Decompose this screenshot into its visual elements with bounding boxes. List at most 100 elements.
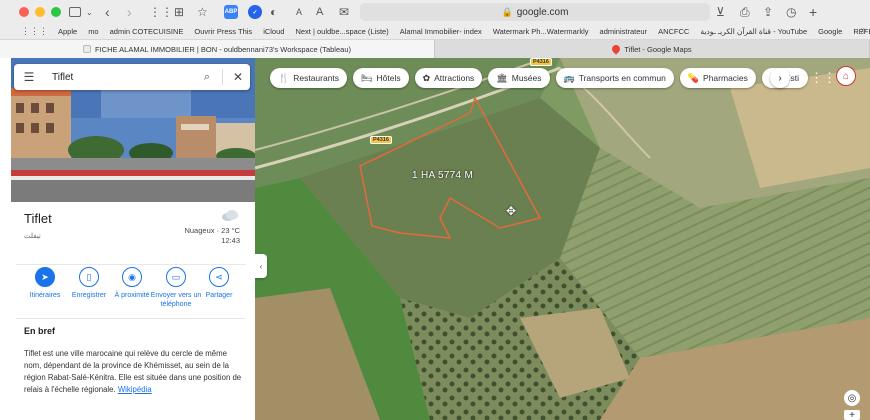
road-label: P4316 — [530, 58, 552, 66]
browser-toolbar: ⌄ ‹ › ⋮⋮ ⊞ ☆ ABP ✓ ◐ A A ✉ 🔒 google.com … — [0, 0, 870, 24]
bookmark-item[interactable]: Apple — [58, 27, 77, 36]
weather-time: 12:43 — [221, 236, 240, 245]
chip-transit[interactable]: 🚌 Transports en commun — [555, 68, 674, 88]
chip-pharmacies[interactable]: 💊 Pharmacies — [679, 68, 756, 88]
tab-maps[interactable]: Tiflet - Google Maps — [435, 40, 870, 58]
chip-label: Restaurants — [293, 73, 340, 83]
location-icon: ◎ — [847, 392, 857, 404]
star-icon[interactable]: ☆ — [197, 5, 208, 19]
overview-text-block: Tiflet est une ville marocaine qui relèv… — [24, 348, 246, 396]
bookmarks-bar: ⋮⋮⋮ Apple mo admin COTECUISINE Ouvrir Pr… — [0, 24, 870, 40]
chevron-down-icon[interactable]: ⌄ — [86, 5, 93, 19]
chip-restaurants[interactable]: 🍴 Restaurants — [270, 68, 348, 88]
back-icon[interactable]: ‹ — [105, 4, 110, 20]
bookmark-item[interactable]: Google — [818, 27, 842, 36]
tab-overview-icon[interactable]: ⋮⋮ — [149, 5, 173, 19]
cloud-icon — [222, 210, 238, 221]
bookmark-item[interactable]: admin COTECUISINE — [110, 27, 184, 36]
directions-button[interactable]: ➤ Itinéraires — [20, 267, 70, 300]
bookmark-item[interactable]: ANCFCC — [658, 27, 689, 36]
chip-label: Pharmacies — [703, 73, 748, 83]
chip-museums[interactable]: 🏛 Musées — [488, 68, 550, 88]
privacy-icon[interactable]: ◐ — [270, 5, 277, 19]
nearby-icon: ◉ — [122, 267, 142, 287]
wikipedia-link[interactable]: Wikipédia — [118, 385, 152, 394]
search-icon[interactable]: ⌕ — [195, 71, 219, 84]
bookmark-item[interactable]: Ouvrir Press This — [194, 27, 252, 36]
new-tab-icon[interactable]: + — [809, 4, 817, 20]
action-label: Enregistrer — [71, 292, 107, 299]
abp-extension-icon[interactable]: ABP — [224, 5, 238, 19]
chip-attractions[interactable]: ✿ Attractions — [414, 68, 483, 88]
bookmark-item[interactable]: mo — [88, 27, 98, 36]
tab-label: FICHE ALAMAL IMMOBILIER | BON - ouldbenn… — [95, 44, 351, 54]
sidebar-icon[interactable] — [69, 7, 81, 17]
share-button[interactable]: ⋖ Partager — [194, 267, 244, 300]
cursor-icon: ✥ — [506, 204, 517, 218]
bookmark-icon: ▯ — [79, 267, 99, 287]
action-label: À proximité — [114, 292, 150, 299]
mail-icon[interactable]: ✉ — [339, 5, 349, 19]
search-box[interactable]: ☰ Tiflet ⌕ ✕ — [14, 64, 250, 90]
shield-extension-icon[interactable]: ✓ — [248, 5, 262, 19]
chips-next-button[interactable]: › — [770, 68, 790, 88]
close-icon[interactable]: ✕ — [226, 70, 250, 84]
forward-icon[interactable]: › — [127, 4, 132, 20]
chevron-right-icon: › — [778, 72, 782, 84]
bookmark-item[interactable]: Next | ouldbe...space (Liste) — [295, 27, 388, 36]
chip-label: Attractions — [434, 73, 475, 83]
zoom-window-button[interactable] — [51, 7, 61, 17]
avatar[interactable]: ⌂ — [836, 66, 856, 86]
zoom-in-button[interactable]: + — [844, 410, 860, 420]
grid-icon[interactable]: ⊞ — [174, 5, 184, 19]
overview-heading: En bref — [24, 326, 56, 336]
address-bar[interactable]: 🔒 google.com — [360, 3, 710, 21]
bookmark-item[interactable]: قناة القرآن الكريـ ـودية - YouTube — [700, 27, 807, 36]
action-label: Partager — [205, 292, 233, 299]
print-icon[interactable]: ⎙ — [740, 5, 750, 19]
place-title: Tiflet — [24, 211, 52, 226]
minimize-window-button[interactable] — [35, 7, 45, 17]
plus-icon: + — [849, 409, 855, 420]
lock-icon: 🔒 — [501, 6, 513, 17]
collapse-panel-button[interactable]: ‹ — [255, 254, 267, 278]
place-arabic-name: تيفلت — [24, 233, 41, 240]
chip-label: Transports en commun — [578, 73, 666, 83]
tab-fiche[interactable]: FICHE ALAMAL IMMOBILIER | BON - ouldbenn… — [0, 40, 435, 58]
search-input[interactable]: Tiflet — [44, 72, 195, 83]
share-icon: ⋖ — [209, 267, 229, 287]
download-icon[interactable]: ⊻ — [716, 5, 725, 19]
chip-hotels[interactable]: 🛏 Hôtels — [353, 68, 409, 88]
road-label: P4316 — [370, 136, 392, 144]
font-larger-icon[interactable]: A — [316, 5, 323, 19]
transit-icon: 🚌 — [563, 72, 575, 83]
bookmarks-grid-icon[interactable]: ⋮⋮⋮ — [21, 26, 48, 37]
action-label: Itinéraires — [29, 292, 61, 299]
address-url: google.com — [516, 6, 569, 18]
bookmark-item[interactable]: Alamal Immobilier- index — [400, 27, 482, 36]
send-to-phone-icon: ▭ — [166, 267, 186, 287]
tab-bar: FICHE ALAMAL IMMOBILIER | BON - ouldbenn… — [0, 40, 870, 58]
close-window-button[interactable] — [19, 7, 29, 17]
share-page-icon[interactable]: ⇪ — [763, 5, 773, 19]
font-smaller-icon[interactable]: A — [296, 5, 302, 19]
menu-icon[interactable]: ☰ — [14, 70, 44, 84]
area-measurement-label: 1 HA 5774 M — [412, 170, 474, 181]
maps-pin-icon — [610, 43, 623, 55]
bookmarks-overflow-icon[interactable]: » — [860, 25, 866, 36]
pharmacy-icon: 💊 — [687, 72, 700, 83]
window-controls — [19, 7, 61, 17]
tableau-favicon-icon — [83, 45, 91, 53]
place-panel: ☰ Tiflet ⌕ ✕ Tiflet تيفلت Nuageux · 23 °… — [0, 58, 255, 420]
history-icon[interactable]: ◷ — [786, 5, 796, 19]
bookmark-item[interactable]: Watermark Ph...Watermarkly — [493, 27, 589, 36]
restaurant-icon: 🍴 — [278, 72, 290, 83]
bookmark-item[interactable]: iCloud — [263, 27, 284, 36]
directions-icon: ➤ — [35, 267, 55, 287]
my-location-button[interactable]: ◎ — [844, 390, 860, 406]
chip-label: Hôtels — [376, 73, 401, 83]
tab-label: Tiflet - Google Maps — [624, 44, 692, 54]
bookmark-item[interactable]: administrateur — [600, 27, 648, 36]
category-chips: 🍴 Restaurants 🛏 Hôtels ✿ Attractions 🏛 Musée… — [270, 68, 808, 88]
chip-label: Musées — [511, 73, 542, 83]
